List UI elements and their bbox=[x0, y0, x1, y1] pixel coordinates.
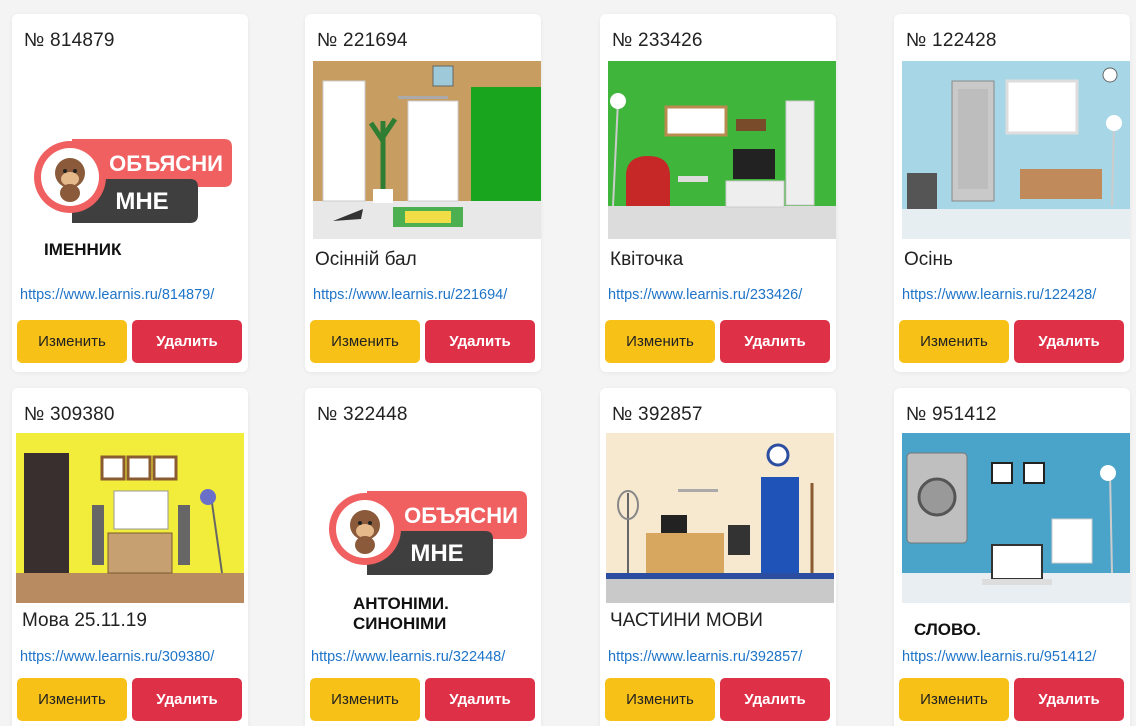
task-number: № 814879 bbox=[24, 30, 115, 51]
room-image bbox=[16, 433, 244, 603]
task-number: № 309380 bbox=[24, 404, 115, 425]
task-title: АНТОНІМИ. СИНОНІМИ bbox=[353, 594, 449, 634]
task-number: № 221694 bbox=[317, 30, 408, 51]
task-thumbnail-room[interactable] bbox=[606, 433, 834, 603]
logo-image: ОБЪЯСНИ МНЕ bbox=[313, 433, 541, 593]
task-thumbnail-logo[interactable]: ОБЪЯСНИ МНЕ bbox=[20, 61, 248, 239]
task-number: № 951412 bbox=[906, 404, 997, 425]
task-card: № 122428 Осінь https://www.learnis.ru/12… bbox=[894, 14, 1130, 372]
delete-button[interactable]: Удалить bbox=[720, 678, 830, 721]
task-number: № 392857 bbox=[612, 404, 703, 425]
task-title: ЧАСТИНИ МОВИ bbox=[610, 610, 763, 631]
edit-button[interactable]: Изменить bbox=[605, 678, 715, 721]
logo-text: ОБЪЯСНИ bbox=[404, 503, 518, 528]
task-thumbnail-room[interactable] bbox=[313, 61, 541, 239]
room-image bbox=[608, 61, 836, 239]
task-link[interactable]: https://www.learnis.ru/309380/ bbox=[20, 649, 214, 665]
task-card: № 221694 Осінній бал https://www.learnis… bbox=[305, 14, 541, 372]
edit-button[interactable]: Изменить bbox=[17, 320, 127, 363]
edit-button[interactable]: Изменить bbox=[899, 678, 1009, 721]
delete-button[interactable]: Удалить bbox=[1014, 320, 1124, 363]
task-title: Квіточка bbox=[610, 249, 684, 270]
task-link[interactable]: https://www.learnis.ru/322448/ bbox=[311, 649, 505, 665]
delete-button[interactable]: Удалить bbox=[425, 678, 535, 721]
task-title: Осінь bbox=[904, 249, 953, 270]
task-card: № 392857 ЧАСТИНИ МОВИ https://www.learni… bbox=[600, 388, 836, 726]
room-image bbox=[902, 61, 1130, 239]
task-link[interactable]: https://www.learnis.ru/392857/ bbox=[608, 649, 802, 665]
task-title-line: СИНОНІМИ bbox=[353, 614, 447, 633]
task-thumbnail-logo[interactable]: ОБЪЯСНИ МНЕ bbox=[313, 433, 541, 593]
task-thumbnail-room[interactable] bbox=[16, 433, 244, 603]
task-thumbnail-room[interactable] bbox=[902, 433, 1130, 603]
room-image bbox=[606, 433, 834, 603]
delete-button[interactable]: Удалить bbox=[132, 320, 242, 363]
logo-image: ОБЪЯСНИ МНЕ bbox=[20, 61, 248, 239]
logo-text: МНЕ bbox=[115, 188, 168, 215]
task-card: № 322448 ОБЪЯСНИ МНЕ АНТОНІМИ. СИНОНІМИ … bbox=[305, 388, 541, 726]
task-thumbnail-room[interactable] bbox=[902, 61, 1130, 239]
edit-button[interactable]: Изменить bbox=[605, 320, 715, 363]
task-title: Мова 25.11.19 bbox=[22, 610, 147, 631]
delete-button[interactable]: Удалить bbox=[425, 320, 535, 363]
task-thumbnail-room[interactable] bbox=[608, 61, 836, 239]
task-title: СЛОВО. bbox=[914, 620, 981, 639]
edit-button[interactable]: Изменить bbox=[310, 320, 420, 363]
task-link[interactable]: https://www.learnis.ru/221694/ bbox=[313, 287, 507, 303]
edit-button[interactable]: Изменить bbox=[17, 678, 127, 721]
logo-text: ОБЪЯСНИ bbox=[109, 151, 223, 176]
task-link[interactable]: https://www.learnis.ru/814879/ bbox=[20, 287, 214, 303]
edit-button[interactable]: Изменить bbox=[310, 678, 420, 721]
task-number: № 233426 bbox=[612, 30, 703, 51]
task-number: № 122428 bbox=[906, 30, 997, 51]
task-link[interactable]: https://www.learnis.ru/951412/ bbox=[902, 649, 1096, 665]
delete-button[interactable]: Удалить bbox=[720, 320, 830, 363]
task-link[interactable]: https://www.learnis.ru/233426/ bbox=[608, 287, 802, 303]
edit-button[interactable]: Изменить bbox=[899, 320, 1009, 363]
delete-button[interactable]: Удалить bbox=[132, 678, 242, 721]
task-card: № 951412 СЛОВО. https://www.learnis.ru/9… bbox=[894, 388, 1130, 726]
task-card: № 814879 ОБЪЯСНИ МНЕ ІМЕННИК https://www… bbox=[12, 14, 248, 372]
room-image bbox=[902, 433, 1130, 603]
task-title: Осінній бал bbox=[315, 249, 417, 270]
task-title-line: АНТОНІМИ. bbox=[353, 594, 449, 613]
task-card: № 233426 Квіточка https://www.learnis.ru… bbox=[600, 14, 836, 372]
logo-text: МНЕ bbox=[410, 540, 463, 567]
task-card: № 309380 Мова 25.11.19 https://www.learn… bbox=[12, 388, 248, 726]
room-image bbox=[313, 61, 541, 239]
task-title: ІМЕННИК bbox=[44, 240, 122, 259]
delete-button[interactable]: Удалить bbox=[1014, 678, 1124, 721]
task-link[interactable]: https://www.learnis.ru/122428/ bbox=[902, 287, 1096, 303]
task-number: № 322448 bbox=[317, 404, 408, 425]
